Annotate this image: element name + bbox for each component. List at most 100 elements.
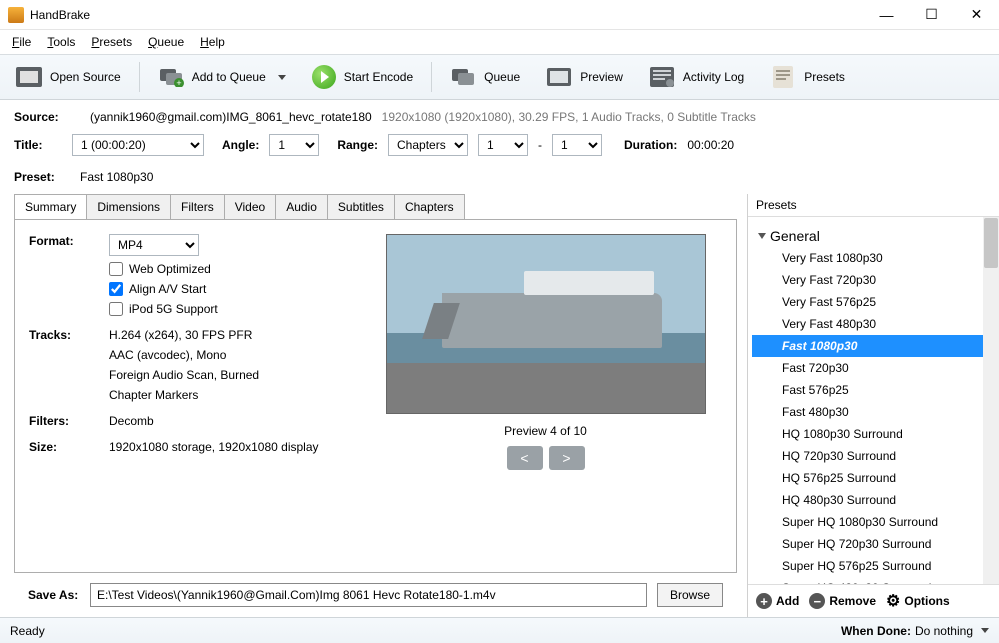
open-source-label: Open Source [50,70,121,84]
add-to-queue-button[interactable]: + Add to Queue [148,59,296,95]
tab-video[interactable]: Video [224,194,276,219]
activity-log-button[interactable]: Activity Log [639,59,754,95]
preset-label: Preset: [14,170,62,184]
range-from-select[interactable]: 1 [478,134,528,156]
menu-tools[interactable]: Tools [41,33,81,51]
chevron-down-icon [981,628,989,633]
queue-button[interactable]: Queue [440,59,530,95]
angle-select[interactable]: 1 [269,134,319,156]
start-encode-button[interactable]: Start Encode [302,59,423,95]
track-line: H.264 (x264), 30 FPS PFR [109,328,349,342]
preset-row: Preset: Fast 1080p30 [0,162,999,194]
when-done-dropdown[interactable]: When Done: Do nothing [841,624,989,638]
tab-filters[interactable]: Filters [170,194,225,219]
source-details: 1920x1080 (1920x1080), 30.29 FPS, 1 Audi… [382,110,756,124]
track-line: Foreign Audio Scan, Burned [109,368,349,382]
preview-label: Preview 4 of 10 [504,424,587,438]
maximize-button[interactable]: ☐ [909,0,954,30]
presets-toolbar-label: Presets [804,70,845,84]
source-info-row: Source: (yannik1960@gmail.com)IMG_8061_h… [0,100,999,128]
format-select[interactable]: MP4 [109,234,199,256]
tab-audio[interactable]: Audio [275,194,328,219]
align-av-checkbox[interactable]: Align A/V Start [109,282,349,296]
add-to-queue-label: Add to Queue [192,70,266,84]
window-title: HandBrake [30,8,90,22]
controls-row: Title: 1 (00:00:20) Angle: 1 Range: Chap… [0,128,999,162]
filters-value: Decomb [109,414,349,428]
preview-prev-button[interactable]: < [507,446,543,470]
status-bar: Ready When Done: Do nothing [0,617,999,643]
format-label: Format: [29,234,109,316]
start-encode-label: Start Encode [344,70,413,84]
chevron-down-icon [758,233,766,239]
open-source-button[interactable]: Open Source [6,59,131,95]
track-line: Chapter Markers [109,388,349,402]
browse-button[interactable]: Browse [657,583,723,607]
preset-item[interactable]: HQ 1080p30 Surround [752,423,999,445]
queue-icon [450,66,476,88]
app-icon [8,7,24,23]
preset-item[interactable]: Fast 720p30 [752,357,999,379]
preset-item[interactable]: Very Fast 480p30 [752,313,999,335]
tab-subtitles[interactable]: Subtitles [327,194,395,219]
film-icon [16,66,42,88]
preset-item[interactable]: Very Fast 1080p30 [752,247,999,269]
preset-item[interactable]: Super HQ 1080p30 Surround [752,511,999,533]
left-column: Summary Dimensions Filters Video Audio S… [14,194,737,617]
preset-item[interactable]: Very Fast 720p30 [752,269,999,291]
menu-presets[interactable]: Presets [85,33,138,51]
preset-add-button[interactable]: +Add [756,593,799,609]
tabs: Summary Dimensions Filters Video Audio S… [14,194,737,219]
title-bar: HandBrake — ☐ ✕ [0,0,999,30]
preset-options-button[interactable]: ⚙Options [886,591,950,611]
preset-item[interactable]: HQ 720p30 Surround [752,445,999,467]
range-to-select[interactable]: 1 [552,134,602,156]
preset-item[interactable]: Super HQ 576p25 Surround [752,555,999,577]
gear-icon: ⚙ [886,591,900,611]
preset-item[interactable]: HQ 576p25 Surround [752,467,999,489]
chevron-down-icon [278,75,286,80]
menu-bar: File Tools Presets Queue Help [0,30,999,54]
ipod-checkbox[interactable]: iPod 5G Support [109,302,349,316]
range-type-select[interactable]: Chapters [388,134,468,156]
presets-toolbar-button[interactable]: Presets [760,59,855,95]
activity-log-label: Activity Log [683,70,744,84]
menu-queue[interactable]: Queue [142,33,190,51]
toolbar-separator [139,62,140,92]
tab-summary[interactable]: Summary [14,194,87,219]
menu-file[interactable]: File [6,33,37,51]
preset-item[interactable]: Super HQ 480p30 Surround [752,577,999,584]
preset-item[interactable]: Fast 576p25 [752,379,999,401]
preset-item[interactable]: Super HQ 720p30 Surround [752,533,999,555]
preset-actions: +Add −Remove ⚙Options [748,584,999,617]
save-as-input[interactable] [90,583,647,607]
status-text: Ready [10,624,45,638]
presets-list[interactable]: General Very Fast 1080p30Very Fast 720p3… [748,216,999,584]
preset-item[interactable]: Fast 1080p30 [752,335,999,357]
tab-dimensions[interactable]: Dimensions [86,194,171,219]
preset-remove-button[interactable]: −Remove [809,593,876,609]
minimize-button[interactable]: — [864,0,909,30]
menu-help[interactable]: Help [194,33,231,51]
preset-value: Fast 1080p30 [80,170,153,184]
range-label: Range: [337,138,378,152]
filters-label: Filters: [29,414,109,428]
preset-group-general-header[interactable]: General [752,225,999,247]
plus-icon: + [756,593,772,609]
preset-item[interactable]: Fast 480p30 [752,401,999,423]
preset-item[interactable]: Very Fast 576p25 [752,291,999,313]
web-optimized-checkbox[interactable]: Web Optimized [109,262,349,276]
queue-label: Queue [484,70,520,84]
preview-next-button[interactable]: > [549,446,585,470]
title-select[interactable]: 1 (00:00:20) [72,134,204,156]
preview-column: Preview 4 of 10 < > [369,234,722,558]
scrollbar[interactable] [983,217,999,584]
preview-image [386,234,706,414]
minus-icon: − [809,593,825,609]
preview-button[interactable]: Preview [536,59,633,95]
close-button[interactable]: ✕ [954,0,999,30]
preset-item[interactable]: HQ 480p30 Surround [752,489,999,511]
duration-value: 00:00:20 [687,138,734,152]
preset-group-general: General Very Fast 1080p30Very Fast 720p3… [752,221,999,584]
tab-chapters[interactable]: Chapters [394,194,465,219]
